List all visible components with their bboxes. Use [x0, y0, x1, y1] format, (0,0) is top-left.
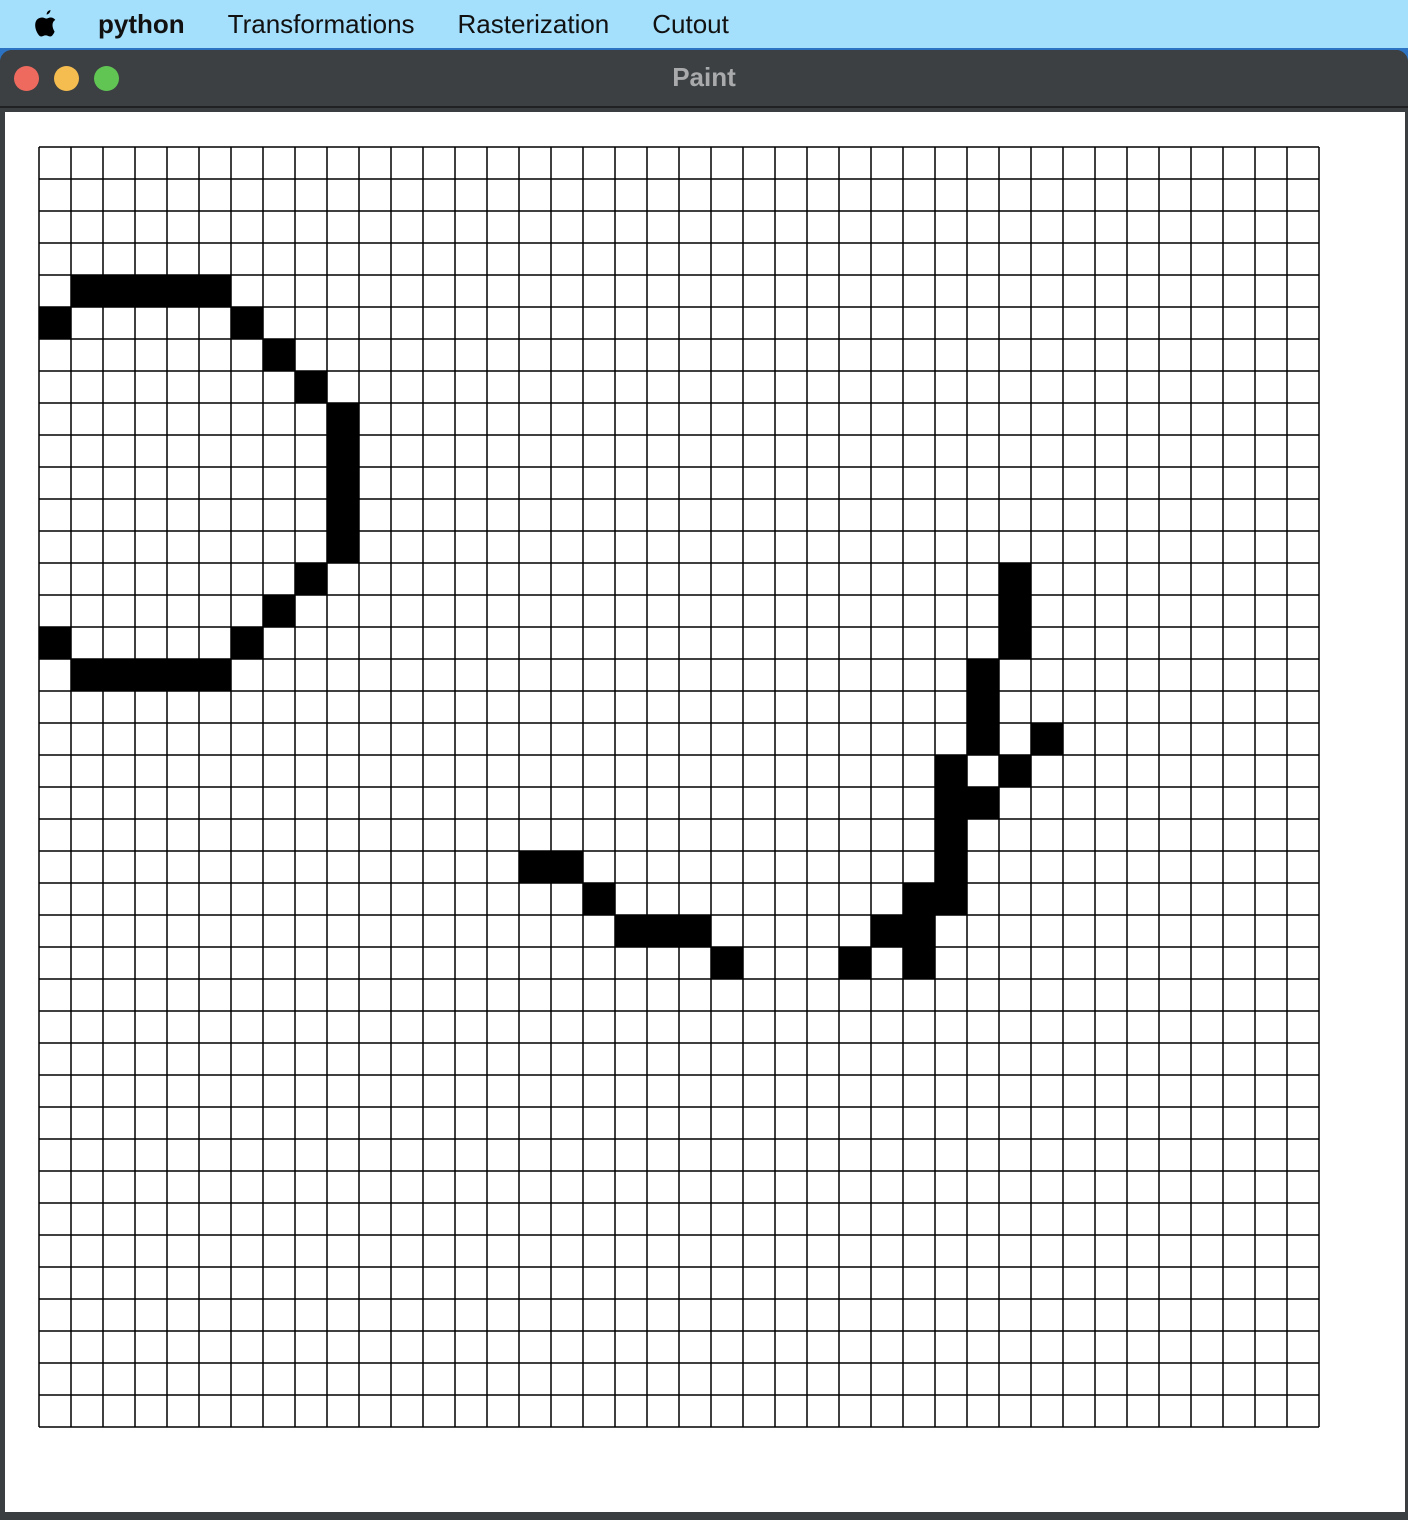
filled-pixel[interactable] — [679, 915, 711, 947]
filled-pixel[interactable] — [967, 691, 999, 723]
filled-pixel[interactable] — [167, 659, 199, 691]
filled-pixel[interactable] — [903, 883, 935, 915]
filled-pixel[interactable] — [39, 307, 71, 339]
canvas-area — [5, 112, 1405, 1512]
filled-pixel[interactable] — [103, 659, 135, 691]
filled-pixel[interactable] — [551, 851, 583, 883]
filled-pixel[interactable] — [295, 371, 327, 403]
filled-pixel[interactable] — [519, 851, 551, 883]
menu-cutout[interactable]: Cutout — [652, 9, 729, 40]
filled-pixel[interactable] — [647, 915, 679, 947]
filled-pixel[interactable] — [615, 915, 647, 947]
filled-pixel[interactable] — [935, 883, 967, 915]
title-bar[interactable]: Paint — [0, 50, 1408, 108]
pixel-grid-canvas[interactable] — [38, 146, 1320, 1428]
filled-pixel[interactable] — [71, 659, 103, 691]
filled-pixel[interactable] — [135, 659, 167, 691]
menu-bar: python Transformations Rasterization Cut… — [0, 0, 1408, 48]
filled-pixel[interactable] — [39, 627, 71, 659]
filled-pixel[interactable] — [327, 531, 359, 563]
filled-pixel[interactable] — [999, 595, 1031, 627]
filled-pixel[interactable] — [103, 275, 135, 307]
filled-pixel[interactable] — [935, 851, 967, 883]
filled-pixel[interactable] — [167, 275, 199, 307]
paint-window: Paint — [0, 50, 1408, 1520]
menu-app-name[interactable]: python — [98, 9, 185, 40]
filled-pixel[interactable] — [199, 659, 231, 691]
filled-pixel[interactable] — [967, 787, 999, 819]
filled-pixel[interactable] — [935, 819, 967, 851]
filled-pixel[interactable] — [199, 275, 231, 307]
filled-pixel[interactable] — [999, 627, 1031, 659]
filled-pixel[interactable] — [583, 883, 615, 915]
filled-pixel[interactable] — [935, 787, 967, 819]
filled-pixel[interactable] — [903, 915, 935, 947]
filled-pixel[interactable] — [999, 755, 1031, 787]
filled-pixel[interactable] — [967, 723, 999, 755]
filled-pixel[interactable] — [327, 435, 359, 467]
filled-pixel[interactable] — [263, 595, 295, 627]
filled-pixel[interactable] — [871, 915, 903, 947]
filled-pixel[interactable] — [295, 563, 327, 595]
filled-pixel[interactable] — [263, 339, 295, 371]
filled-pixel[interactable] — [231, 307, 263, 339]
menu-transformations[interactable]: Transformations — [228, 9, 415, 40]
filled-pixel[interactable] — [999, 563, 1031, 595]
menu-rasterization[interactable]: Rasterization — [458, 9, 610, 40]
filled-pixel[interactable] — [71, 275, 103, 307]
filled-pixel[interactable] — [327, 467, 359, 499]
filled-pixel[interactable] — [327, 403, 359, 435]
filled-pixel[interactable] — [711, 947, 743, 979]
filled-pixel[interactable] — [135, 275, 167, 307]
filled-pixel[interactable] — [231, 627, 263, 659]
filled-pixel[interactable] — [967, 659, 999, 691]
window-title: Paint — [672, 62, 736, 92]
filled-pixel[interactable] — [839, 947, 871, 979]
filled-pixel[interactable] — [903, 947, 935, 979]
filled-pixel[interactable] — [1031, 723, 1063, 755]
filled-pixel[interactable] — [935, 755, 967, 787]
filled-pixel[interactable] — [327, 499, 359, 531]
apple-icon[interactable] — [30, 9, 60, 39]
apple-icon-glyph — [35, 10, 56, 37]
